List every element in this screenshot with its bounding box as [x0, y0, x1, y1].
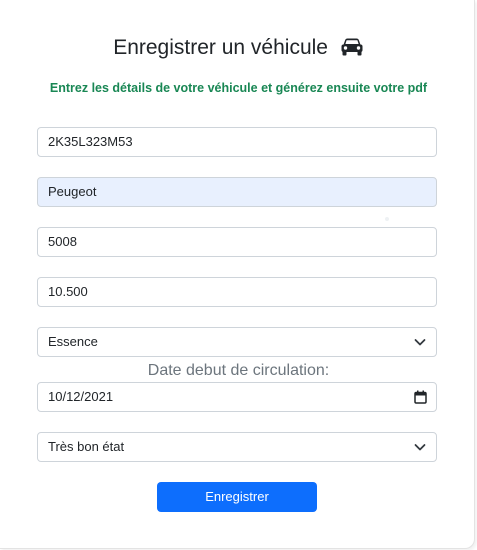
date-input[interactable]: 10/12/2021 — [37, 382, 437, 412]
page-title-text: Enregistrer un véhicule — [113, 36, 328, 59]
chevron-down-icon — [414, 444, 426, 451]
marque-value: Peugeot — [48, 184, 97, 199]
decorative-dot — [385, 217, 389, 221]
kilometrage-input[interactable]: 10.500 — [37, 277, 437, 307]
modele-value: 5008 — [48, 234, 77, 249]
car-icon — [340, 37, 364, 65]
immatriculation-value: 2K35L323M53 — [48, 134, 133, 149]
etat-value: Très bon état — [48, 439, 125, 454]
form-card: Enregistrer un véhicule Entrez les détai… — [0, 0, 475, 549]
date-label: Date debut de circulation: — [147, 362, 330, 379]
enregistrer-button[interactable]: Enregistrer — [157, 482, 317, 512]
marque-input[interactable]: Peugeot — [37, 177, 437, 207]
carburant-select[interactable]: Essence — [37, 327, 437, 357]
modele-input[interactable]: 5008 — [37, 227, 437, 257]
date-value: 10/12/2021 — [48, 389, 114, 404]
form-subtitle: Entrez les détails de votre véhicule et … — [49, 81, 428, 95]
etat-select[interactable]: Très bon état — [37, 432, 437, 462]
carburant-value: Essence — [48, 334, 98, 349]
page-title: Enregistrer un véhicule — [0, 34, 477, 62]
chevron-down-icon — [414, 339, 426, 346]
immatriculation-input[interactable]: 2K35L323M53 — [37, 127, 437, 157]
kilometrage-value: 10.500 — [48, 284, 88, 299]
calendar-icon[interactable] — [414, 390, 427, 404]
